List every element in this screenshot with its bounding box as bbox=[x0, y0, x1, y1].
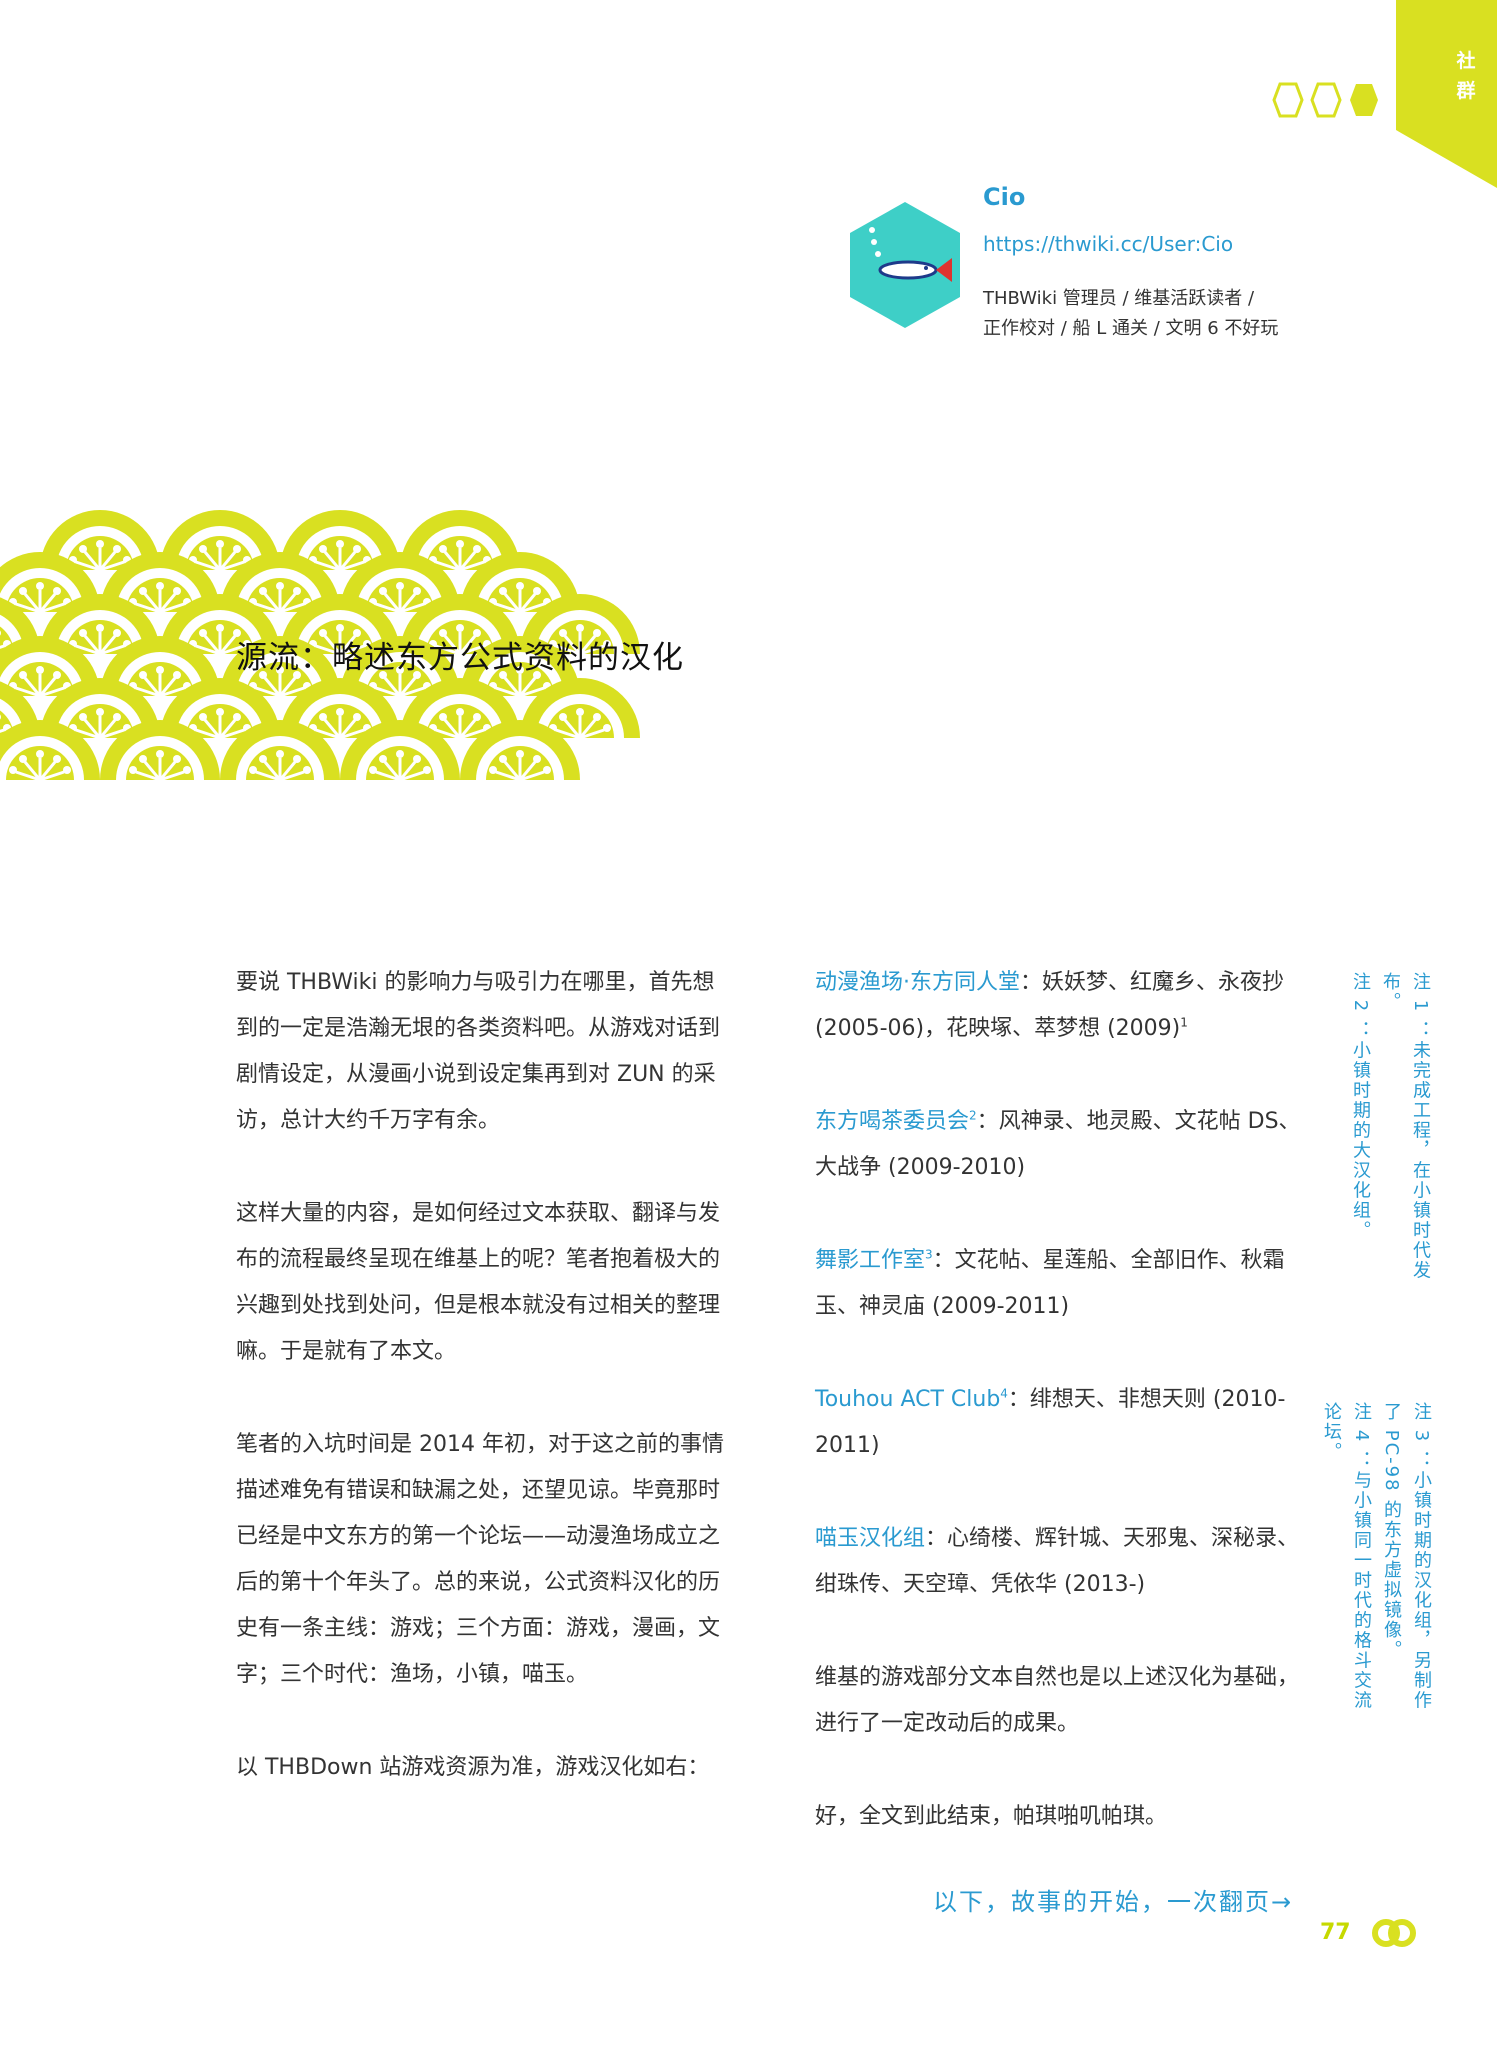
article-title: 源流：略述东方公式资料的汉化 bbox=[236, 640, 684, 676]
paragraph: 以 THBDown 站游戏资源为准，游戏汉化如右： bbox=[236, 1755, 710, 1780]
footnote-ref: 1 bbox=[1180, 1015, 1188, 1030]
author-profile-link[interactable]: https://thwiki.cc/User:Cio bbox=[983, 232, 1233, 256]
corner-tab-shape bbox=[1396, 0, 1497, 188]
article-left-column: 要说 THBWiki 的影响力与吸引力在哪里，首先想到的一定是浩瀚无垠的各类资料… bbox=[236, 960, 726, 1838]
hexagon-dots-icon bbox=[1272, 82, 1378, 118]
footnote-ref: 3 bbox=[925, 1247, 933, 1262]
footnote-4: 注 4 ：与小镇同一时代的格斗交流论坛。 bbox=[1321, 1402, 1372, 1711]
closing-paragraph: 维基的游戏部分文本自然也是以上述汉化为基础，进行了一定改动后的成果。 bbox=[815, 1665, 1300, 1736]
magazine-logo-icon bbox=[1372, 1919, 1416, 1947]
footnote-1: 注 1 ：未完成工程，在小镇时代发布。 bbox=[1380, 972, 1431, 1281]
paragraph: 笔者的入坑时间是 2014 年初，对于这之前的事情描述难免有错误和缺漏之处，还望… bbox=[236, 1432, 724, 1687]
group-entry-3: 舞影工作室3：文花帖、星莲船、全部旧作、秋霜玉、神灵庙 (2009-2011) bbox=[815, 1238, 1305, 1330]
group-name: 东方喝茶委员会 bbox=[815, 1109, 970, 1134]
footnote-ref: 2 bbox=[969, 1108, 977, 1123]
author-description: THBWiki 管理员 / 维基活跃读者 / 正作校对 / 船 L 通关 / 文… bbox=[983, 284, 1323, 344]
paragraph: 要说 THBWiki 的影响力与吸引力在哪里，首先想到的一定是浩瀚无垠的各类资料… bbox=[236, 970, 721, 1133]
group-name: 动漫渔场·东方同人堂 bbox=[815, 970, 1020, 995]
turn-page-prompt: 以下，故事的开始，一次翻页→ bbox=[933, 1888, 1294, 1916]
section-corner-tab: 社群 bbox=[1396, 0, 1497, 188]
author-desc-line-2: 正作校对 / 船 L 通关 / 文明 6 不好玩 bbox=[983, 318, 1279, 339]
group-entry-4: Touhou ACT Club4：绯想天、非想天则 (2010-2011) bbox=[815, 1377, 1305, 1469]
footnote-2: 注 2 ：小镇时期的大汉化组。 bbox=[1350, 972, 1371, 1241]
group-name: 喵玉汉化组 bbox=[815, 1526, 926, 1551]
group-entry-5: 喵玉汉化组：心绮楼、辉针城、天邪鬼、深秘录、绀珠传、天空璋、凭依华 (2013-… bbox=[815, 1516, 1305, 1608]
side-notes-1-2: 注 1 ：未完成工程，在小镇时代发布。 注 2 ：小镇时期的大汉化组。 bbox=[1345, 972, 1435, 1302]
group-entry-1: 动漫渔场·东方同人堂：妖妖梦、红魔乡、永夜抄 (2005-06)，花映塚、萃梦想… bbox=[815, 960, 1305, 1052]
footnote-3: 注 3 ：小镇时期的汉化组，另制作了 PC-98 的东方虚拟镜像。 bbox=[1381, 1402, 1432, 1711]
author-desc-line-1: THBWiki 管理员 / 维基活跃读者 / bbox=[983, 288, 1255, 309]
closing-paragraph: 好，全文到此结束，帕琪啪叽帕琪。 bbox=[815, 1804, 1168, 1829]
footnote-ref: 4 bbox=[1000, 1386, 1008, 1401]
group-name: Touhou ACT Club bbox=[815, 1387, 1001, 1412]
page-number: 77 bbox=[1320, 1920, 1351, 1945]
group-name: 舞影工作室 bbox=[815, 1248, 926, 1273]
section-label: 社群 bbox=[1456, 50, 1476, 102]
article-right-column: 动漫渔场·东方同人堂：妖妖梦、红魔乡、永夜抄 (2005-06)，花映塚、萃梦想… bbox=[815, 960, 1305, 1887]
author-avatar bbox=[850, 202, 960, 328]
side-notes-3-4: 注 3 ：小镇时期的汉化组，另制作了 PC-98 的东方虚拟镜像。 注 4 ：与… bbox=[1316, 1402, 1436, 1722]
paragraph: 这样大量的内容，是如何经过文本获取、翻译与发布的流程最终呈现在维基上的呢？笔者抱… bbox=[236, 1201, 721, 1364]
group-entry-2: 东方喝茶委员会2：风神录、地灵殿、文花帖 DS、大战争 (2009-2010) bbox=[815, 1099, 1305, 1191]
author-name: Cio bbox=[983, 183, 1026, 211]
